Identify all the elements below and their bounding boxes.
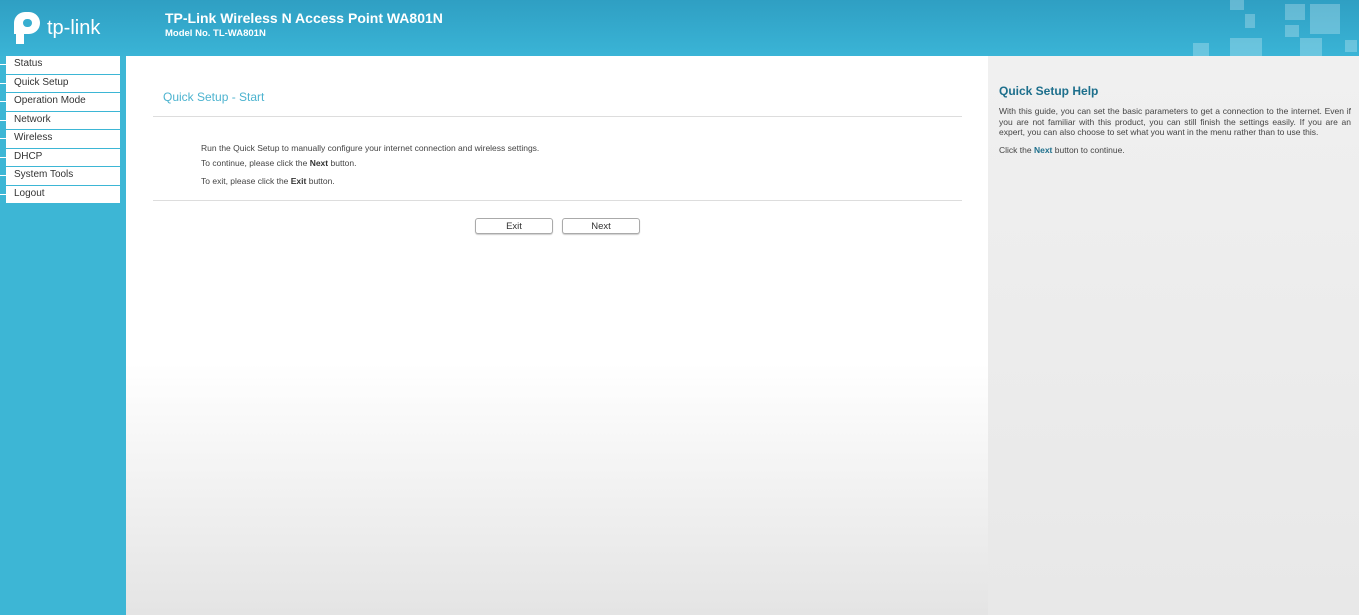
help-next-text: Click the Next button to continue.	[999, 145, 1125, 155]
sidebar-menu: Status Quick Setup Operation Mode Networ…	[0, 56, 126, 204]
sidebar-item-quick-setup[interactable]: Quick Setup	[0, 74, 120, 92]
help-title: Quick Setup Help	[999, 84, 1099, 98]
sidebar-item-logout[interactable]: Logout	[0, 185, 120, 203]
sidebar-item-network[interactable]: Network	[0, 111, 120, 129]
continue-text: To continue, please click the Next butto…	[201, 158, 357, 168]
product-title: TP-Link Wireless N Access Point WA801N	[165, 10, 443, 26]
tp-link-logo: tp-link	[14, 10, 114, 46]
model-number: Model No. TL-WA801N	[165, 28, 266, 39]
sidebar-item-dhcp[interactable]: DHCP	[0, 148, 120, 166]
main-panel: Quick Setup - Start Run the Quick Setup …	[126, 56, 988, 615]
sidebar-item-operation-mode[interactable]: Operation Mode	[0, 93, 120, 111]
next-button[interactable]: Next	[562, 218, 640, 234]
page-title: Quick Setup - Start	[163, 90, 265, 104]
help-text: With this guide, you can set the basic p…	[999, 106, 1351, 137]
sidebar-item-wireless[interactable]: Wireless	[0, 130, 120, 148]
header: tp-link TP-Link Wireless N Access Point …	[0, 0, 1359, 56]
intro-text: Run the Quick Setup to manually configur…	[201, 143, 540, 153]
exit-button[interactable]: Exit	[475, 218, 553, 234]
help-panel: Quick Setup Help With this guide, you ca…	[988, 56, 1359, 615]
divider	[153, 116, 962, 117]
divider	[153, 200, 962, 201]
sidebar-item-system-tools[interactable]: System Tools	[0, 167, 120, 185]
exit-text: To exit, please click the Exit button.	[201, 176, 335, 186]
sidebar-item-status[interactable]: Status	[0, 56, 120, 74]
